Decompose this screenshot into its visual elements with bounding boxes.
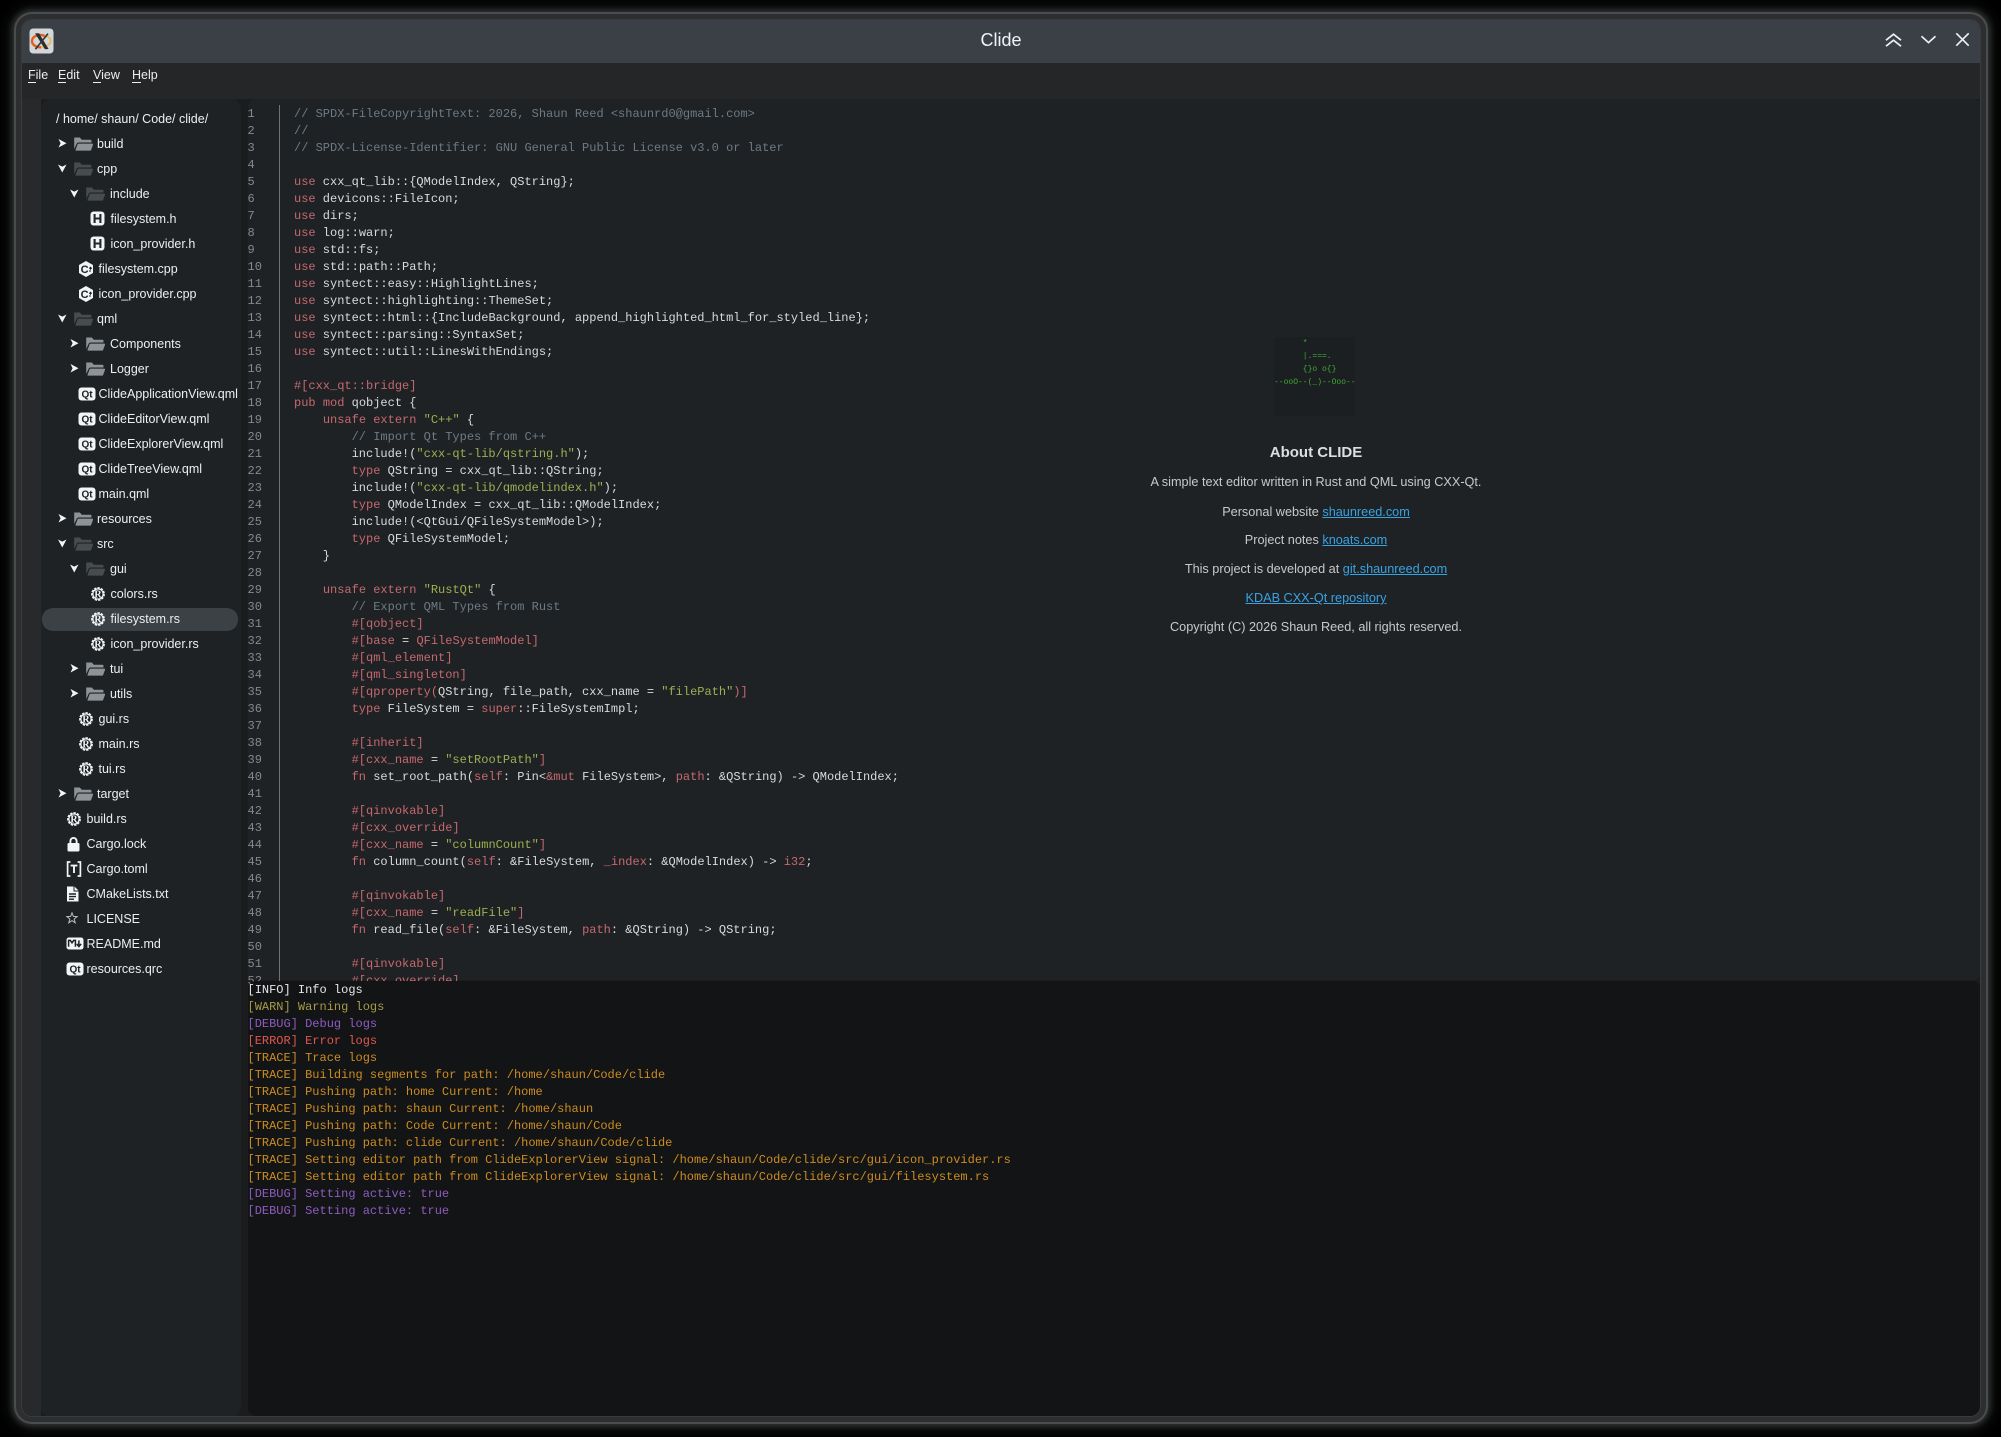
svg-text:R: R [82, 764, 90, 775]
svg-text:Qt: Qt [81, 439, 93, 450]
svg-text:C: C [81, 264, 89, 276]
svg-text:R: R [82, 714, 90, 725]
svg-text:Qt: Qt [81, 414, 93, 425]
svg-text:Qt: Qt [69, 964, 81, 975]
svg-text:R: R [82, 739, 90, 750]
svg-text:Qt: Qt [81, 489, 93, 500]
svg-text:R: R [70, 814, 78, 825]
svg-text:Qt: Qt [81, 464, 93, 475]
svg-text:R: R [94, 589, 102, 600]
svg-text:R: R [94, 614, 102, 625]
svg-text:R: R [94, 639, 102, 650]
svg-text:Qt: Qt [81, 389, 93, 400]
svg-text:C: C [81, 289, 89, 301]
